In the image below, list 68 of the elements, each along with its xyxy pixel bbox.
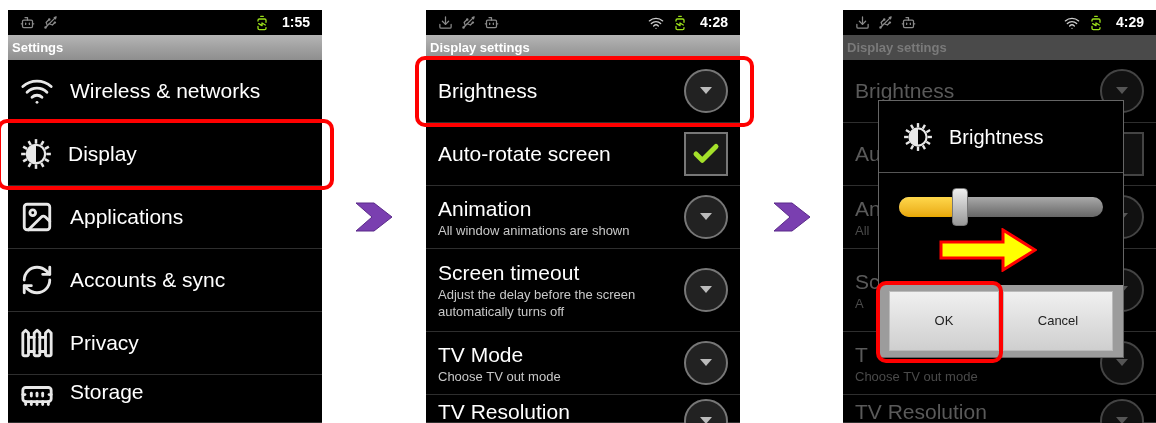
screen-title: Settings [12, 38, 64, 57]
setting-label[interactable]: Storage [70, 379, 310, 405]
setting-description: A [855, 294, 865, 312]
setting-label[interactable]: Auto-rotate screen [438, 141, 668, 167]
caret-icon [1116, 87, 1128, 95]
settings-row[interactable]: Animation All window animations are shown [426, 186, 740, 249]
next-step-arrow-icon [354, 200, 394, 233]
settings-row[interactable]: Storage [8, 375, 322, 423]
setting-label[interactable]: Animation [438, 195, 668, 222]
caret-icon [1116, 417, 1128, 423]
caret-icon [700, 359, 712, 367]
robot-icon [20, 15, 35, 30]
dropdown-button[interactable] [684, 268, 728, 312]
settings-row[interactable]: Screen timeout Adjust the delay before the screen automatically turns off [426, 249, 740, 332]
usb-icon [461, 15, 476, 30]
settings-row[interactable]: Brightness [426, 60, 740, 123]
checkbox[interactable] [684, 132, 728, 176]
setting-description: All window animations are shown [438, 221, 631, 239]
download-icon [855, 15, 870, 30]
usb-icon [43, 15, 58, 30]
setting-description: Choose TV out mode [438, 367, 562, 385]
brightness-icon [903, 121, 933, 152]
brightness-icon [20, 138, 52, 170]
dialog-button[interactable]: OK [889, 291, 999, 351]
screen-title: Display settings [430, 38, 530, 57]
caret-icon [1116, 359, 1128, 367]
slider-thumb[interactable] [952, 188, 969, 226]
clock: 1:55 [281, 13, 310, 32]
caret-icon [700, 417, 712, 423]
setting-label[interactable]: Brightness [438, 78, 668, 104]
caret-icon [700, 213, 712, 221]
picture-icon [20, 200, 54, 234]
setting-description: All [855, 221, 871, 239]
settings-row[interactable]: Accounts & sync [8, 249, 322, 312]
dropdown-button[interactable] [684, 341, 728, 385]
settings-row[interactable]: TV Mode Choose TV out mode [426, 332, 740, 395]
fence-icon [20, 326, 54, 360]
download-icon [438, 15, 453, 30]
settings-row[interactable]: Display [8, 123, 322, 186]
usb-icon [878, 15, 893, 30]
setting-label[interactable]: Applications [70, 204, 310, 230]
clock: 4:29 [1115, 13, 1144, 32]
setting-label[interactable]: Display [68, 141, 310, 167]
robot-icon [901, 15, 916, 30]
sync-icon [20, 263, 54, 297]
dialog-title: Brightness [949, 124, 1044, 150]
settings-row[interactable]: Wireless & networks [8, 60, 322, 123]
clock: 4:28 [699, 13, 728, 32]
robot-icon [484, 15, 499, 30]
dropdown-button[interactable] [684, 195, 728, 239]
settings-row[interactable]: TV Resolution [426, 395, 740, 423]
setting-label[interactable]: Accounts & sync [70, 267, 310, 293]
settings-row[interactable]: Auto-rotate screen [426, 123, 740, 186]
setting-label[interactable]: TV Mode [438, 341, 668, 368]
slider-track[interactable] [899, 197, 1103, 217]
setting-label[interactable]: Screen timeout [438, 260, 668, 286]
caret-icon [700, 286, 712, 294]
next-step-arrow-icon [771, 200, 812, 233]
dropdown-button[interactable] [684, 69, 728, 113]
setting-description: Adjust the delay before the screen automatically turns off [438, 286, 637, 320]
setting-label[interactable]: TV Resolution [438, 399, 668, 423]
setting-label[interactable]: Privacy [70, 330, 310, 356]
settings-row[interactable]: Applications [8, 186, 322, 249]
caret-icon [700, 87, 712, 95]
settings-row[interactable]: Privacy [8, 312, 322, 375]
setting-label[interactable]: Wireless & networks [70, 78, 310, 104]
dialog-button[interactable]: Cancel [1003, 291, 1113, 351]
setting-description: Choose TV out mode [855, 367, 979, 385]
